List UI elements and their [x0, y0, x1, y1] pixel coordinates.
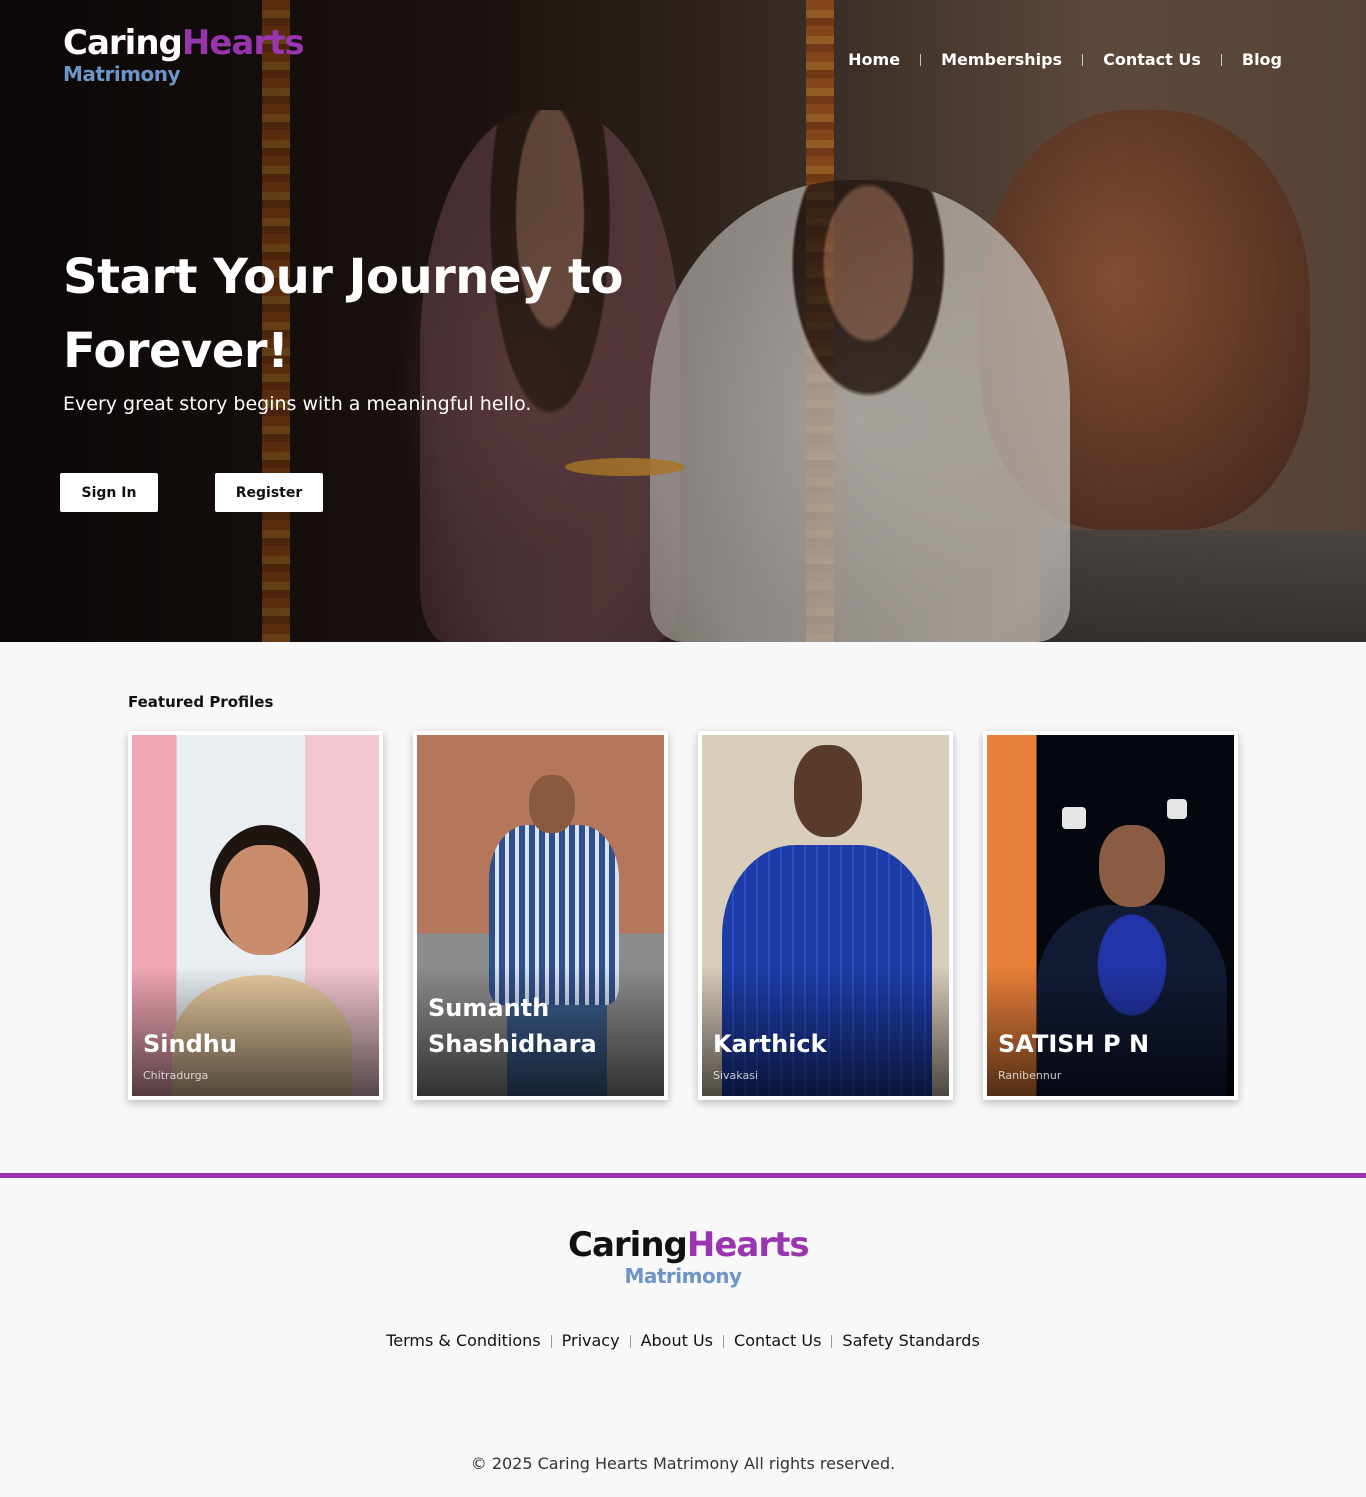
main-nav: Home Memberships Contact Us Blog — [828, 50, 1282, 70]
logo-hearts: Hearts — [686, 1225, 810, 1265]
footer-logo[interactable]: CaringHearts Matrimony — [568, 1225, 810, 1288]
logo-caring: Caring — [568, 1225, 688, 1265]
profile-city: Ranibennur — [998, 1069, 1062, 1082]
hero-subtitle: Every great story begins with a meaningf… — [63, 393, 532, 415]
profile-photo: Sumanth Shashidhara — [417, 735, 664, 1096]
logo-tagline: Matrimony — [63, 62, 181, 86]
featured-profiles-heading: Featured Profiles — [128, 693, 274, 711]
footer-divider — [0, 1173, 1366, 1178]
profile-card[interactable]: Karthick Sivakasi — [698, 731, 953, 1100]
profile-card[interactable]: Sindhu Chitradurga — [128, 731, 383, 1100]
logo-caring: Caring — [63, 23, 183, 63]
hero-section: CaringHearts Matrimony Home Memberships … — [0, 0, 1366, 642]
profile-photo: SATISH P N Ranibennur — [987, 735, 1234, 1096]
profile-city: Sivakasi — [713, 1069, 758, 1082]
profile-name: Sindhu — [143, 1030, 237, 1058]
featured-profiles-list: Sindhu Chitradurga Sumanth Shashidhara K… — [128, 731, 1238, 1100]
hero-title: Start Your Journey to Forever! — [63, 249, 623, 379]
footer-link-about[interactable]: About Us — [631, 1331, 723, 1351]
footer-link-privacy[interactable]: Privacy — [552, 1331, 630, 1351]
logo-hearts: Hearts — [181, 23, 305, 63]
profile-photo: Sindhu Chitradurga — [132, 735, 379, 1096]
sign-in-button[interactable]: Sign In — [60, 473, 158, 512]
header-logo[interactable]: CaringHearts Matrimony — [63, 23, 305, 86]
nav-contact-us[interactable]: Contact Us — [1083, 50, 1221, 70]
profile-card[interactable]: SATISH P N Ranibennur — [983, 731, 1238, 1100]
nav-memberships[interactable]: Memberships — [921, 50, 1082, 70]
profile-name: Karthick — [713, 1030, 827, 1058]
copyright-text: © 2025 Caring Hearts Matrimony All right… — [470, 1454, 896, 1473]
footer-links: Terms & Conditions Privacy About Us Cont… — [0, 1331, 1366, 1351]
profile-photo: Karthick Sivakasi — [702, 735, 949, 1096]
footer-link-safety[interactable]: Safety Standards — [832, 1331, 989, 1351]
logo-tagline: Matrimony — [624, 1264, 742, 1288]
logo-wordmark: CaringHearts — [568, 1225, 810, 1265]
profile-card[interactable]: Sumanth Shashidhara — [413, 731, 668, 1100]
register-button[interactable]: Register — [215, 473, 323, 512]
nav-blog[interactable]: Blog — [1222, 50, 1282, 70]
footer-link-contact[interactable]: Contact Us — [724, 1331, 831, 1351]
profile-name: SATISH P N — [998, 1030, 1150, 1058]
profile-city: Chitradurga — [143, 1069, 209, 1082]
profile-name: Sumanth Shashidhara — [428, 994, 597, 1058]
nav-home[interactable]: Home — [828, 50, 920, 70]
footer-link-terms[interactable]: Terms & Conditions — [376, 1331, 550, 1351]
logo-wordmark: CaringHearts — [63, 23, 305, 63]
